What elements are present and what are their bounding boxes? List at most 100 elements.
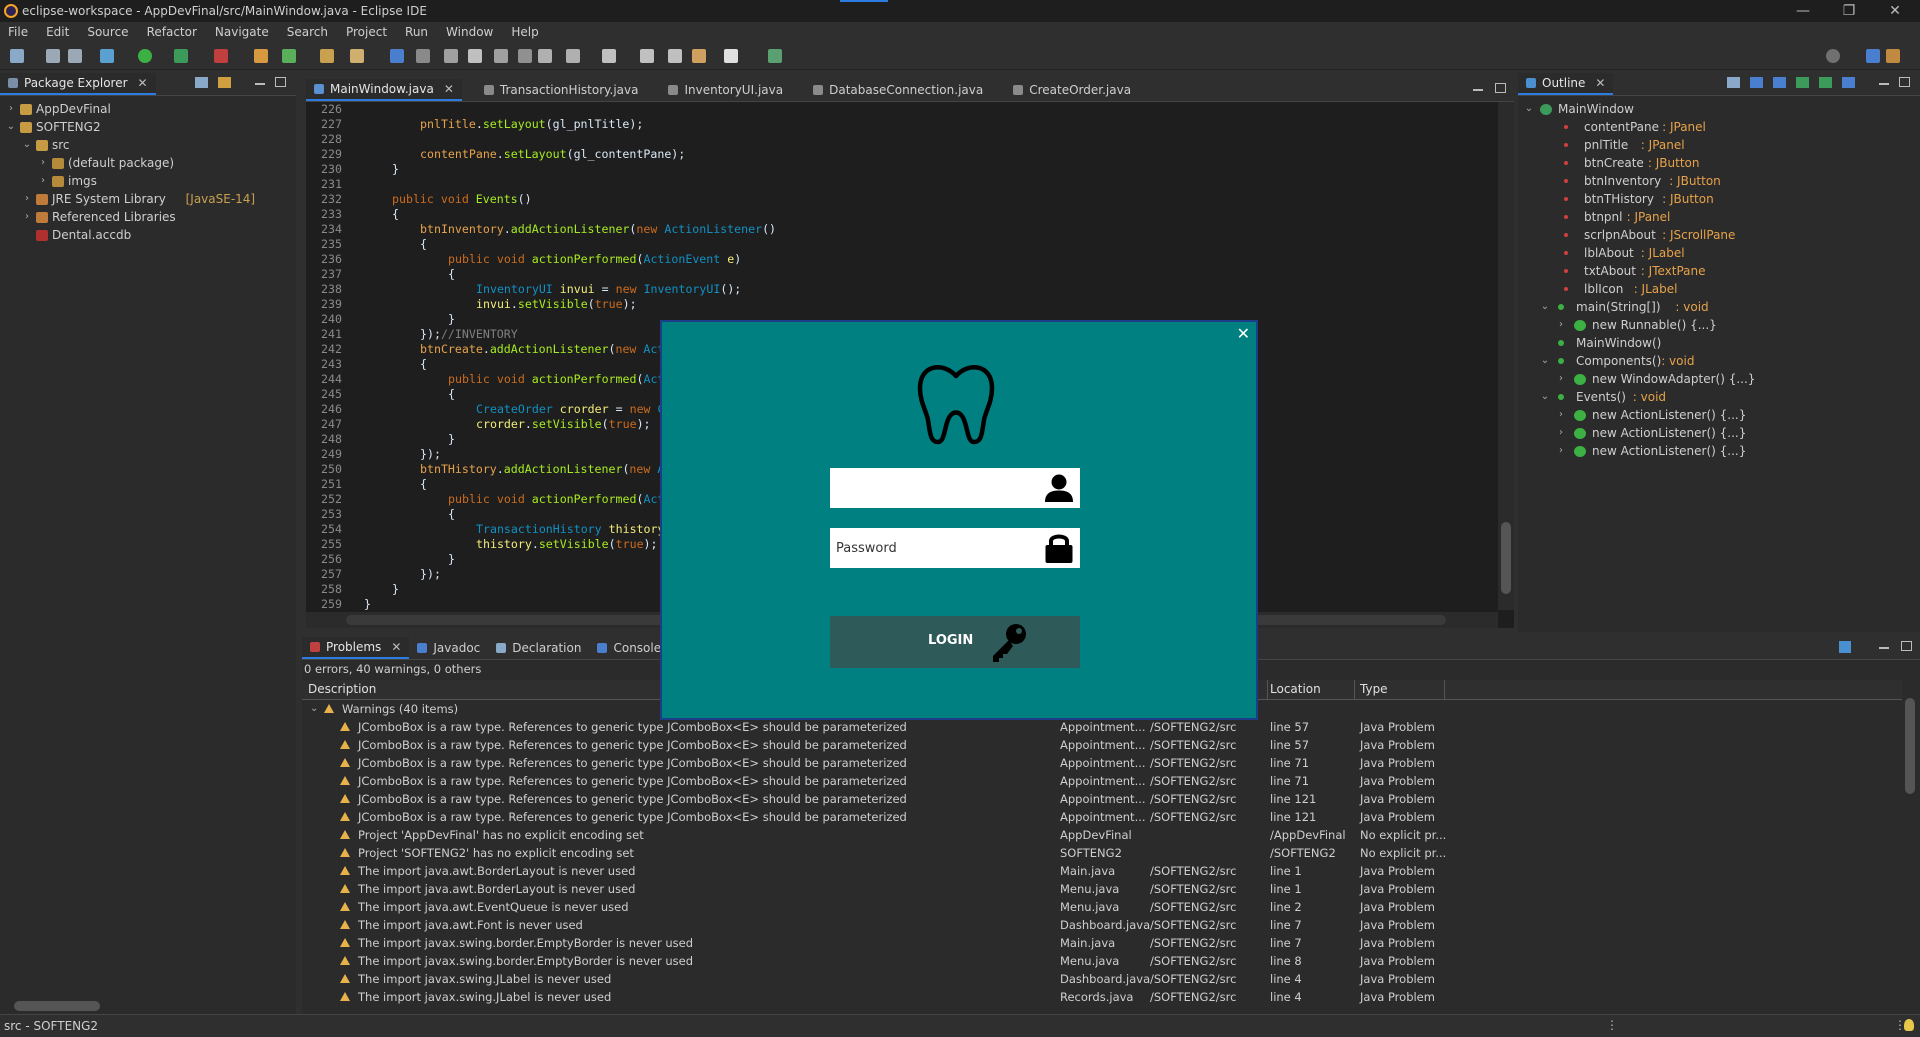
table-row[interactable]: JComboBox is a raw type. References to g… [302, 790, 1902, 808]
code-line[interactable]: 226 [306, 102, 1498, 117]
tab-mainwindow[interactable]: MainWindow.java ✕ [306, 79, 462, 101]
code-line[interactable]: 228 [306, 132, 1498, 147]
code-text[interactable]: { [448, 507, 455, 522]
chevron-right-icon[interactable]: › [1556, 370, 1566, 388]
restore-button[interactable]: ❐ [1826, 0, 1872, 22]
collapse-all-icon[interactable] [1727, 77, 1740, 88]
table-row[interactable]: JComboBox is a raw type. References to g… [302, 736, 1902, 754]
menu-navigate[interactable]: Navigate [215, 25, 269, 39]
minimize-editor-icon[interactable] [1473, 89, 1483, 91]
code-text[interactable]: } [448, 432, 455, 447]
column-separator[interactable] [1444, 680, 1445, 700]
code-text[interactable]: });//INVENTORY [420, 327, 518, 342]
table-row[interactable]: The import java.awt.BorderLayout is neve… [302, 880, 1902, 898]
tab-createorder[interactable]: CreateOrder.java [1005, 79, 1139, 101]
chevron-right-icon[interactable]: › [22, 208, 32, 226]
outline-field[interactable]: txtAbout : JTextPane [1518, 262, 1920, 280]
code-line[interactable]: 238 InventoryUI invui = new InventoryUI()… [306, 282, 1498, 297]
code-text[interactable]: btnCreate.addActionListener(new Actio [420, 342, 678, 357]
table-row[interactable]: Project 'AppDevFinal' has no explicit en… [302, 826, 1902, 844]
code-text[interactable]: } [448, 312, 455, 327]
pilcrow-icon[interactable] [518, 49, 532, 63]
sort-icon[interactable] [1750, 77, 1763, 88]
tab-databaseconnection[interactable]: DatabaseConnection.java [805, 79, 991, 101]
outline-method[interactable]: › new ActionListener() {...} [1518, 406, 1920, 424]
menu-project[interactable]: Project [346, 25, 387, 39]
outline-method[interactable]: › new Runnable() {...} [1518, 316, 1920, 334]
tree-item[interactable]: › (default package) [0, 154, 296, 172]
mark-occurrences-icon[interactable] [416, 49, 430, 63]
open-type-icon[interactable] [320, 49, 334, 63]
dialog-close-button[interactable]: ✕ [1237, 324, 1250, 343]
new-java-project-icon[interactable] [254, 49, 268, 63]
code-text[interactable]: public void actionPerformed(Actio [448, 492, 678, 507]
outline-field[interactable]: btnCreate : JButton [1518, 154, 1920, 172]
close-icon[interactable]: ✕ [444, 82, 454, 96]
chevron-down-icon[interactable]: ⌄ [1540, 298, 1550, 316]
table-row[interactable]: JComboBox is a raw type. References to g… [302, 754, 1902, 772]
menu-refactor[interactable]: Refactor [147, 25, 197, 39]
code-text[interactable]: } [364, 597, 371, 610]
new-icon[interactable] [10, 49, 24, 63]
close-icon[interactable]: ✕ [1595, 76, 1605, 90]
code-text[interactable]: btnTHistory.addActionListener(new Act [420, 462, 678, 477]
maximize-view-icon[interactable] [275, 77, 286, 87]
tree-item[interactable]: ⌄ src [0, 136, 296, 154]
debug-icon[interactable] [100, 49, 114, 63]
menu-help[interactable]: Help [511, 25, 538, 39]
chevron-right-icon[interactable]: › [1556, 442, 1566, 460]
tree-item[interactable]: Dental.accdb [0, 226, 296, 244]
username-input[interactable] [836, 476, 1036, 500]
close-window-button[interactable]: ✕ [1872, 0, 1918, 22]
code-line[interactable]: 239 invui.setVisible(true); [306, 297, 1498, 312]
code-text[interactable]: thistory.setVisible(true); [476, 537, 658, 552]
tab-package-explorer[interactable]: Package Explorer ✕ [0, 73, 156, 95]
outline-method[interactable]: ⌄ Components() : void [1518, 352, 1920, 370]
forward-icon[interactable] [724, 49, 738, 63]
chevron-right-icon[interactable]: › [38, 154, 48, 172]
outline-field[interactable]: lblIcon : JLabel [1518, 280, 1920, 298]
next-annotation-icon[interactable] [538, 49, 552, 63]
column-location[interactable]: Location [1270, 682, 1321, 696]
code-text[interactable]: invui.setVisible(true); [476, 297, 637, 312]
chevron-right-icon[interactable]: › [22, 190, 32, 208]
menu-window[interactable]: Window [446, 25, 493, 39]
java-perspective-icon[interactable] [1886, 49, 1900, 63]
view-menu-icon[interactable] [1865, 77, 1869, 89]
code-text[interactable]: crorder.setVisible(true); [476, 417, 651, 432]
table-row[interactable]: JComboBox is a raw type. References to g… [302, 718, 1902, 736]
code-text[interactable]: contentPane.setLayout(gl_contentPane); [420, 147, 685, 162]
tab-inventoryui[interactable]: InventoryUI.java [660, 79, 791, 101]
outline-method[interactable]: › new ActionListener() {...} [1518, 442, 1920, 460]
code-text[interactable]: { [420, 357, 427, 372]
table-row[interactable]: JComboBox is a raw type. References to g… [302, 772, 1902, 790]
password-input[interactable] [836, 536, 1036, 560]
editor-vertical-scrollbar[interactable] [1498, 102, 1514, 610]
hide-static-icon[interactable] [1796, 77, 1809, 88]
outline-method[interactable]: MainWindow() [1518, 334, 1920, 352]
table-row[interactable]: Project 'SOFTENG2' has no explicit encod… [302, 844, 1902, 862]
outline-method[interactable]: › new WindowAdapter() {...} [1518, 370, 1920, 388]
code-line[interactable]: 229 contentPane.setLayout(gl_contentPane)… [306, 147, 1498, 162]
code-line[interactable]: 234 btnInventory.addActionListener(new Ac… [306, 222, 1498, 237]
chevron-down-icon[interactable]: ⌄ [6, 118, 16, 136]
link-with-editor-icon[interactable] [218, 77, 231, 88]
code-text[interactable]: public void Events() [392, 192, 532, 207]
filter-icon[interactable] [1839, 641, 1851, 653]
chevron-right-icon[interactable]: › [38, 172, 48, 190]
horizontal-scrollbar[interactable] [0, 998, 296, 1014]
run-icon[interactable] [138, 49, 152, 63]
code-line[interactable]: 231 [306, 177, 1498, 192]
scrollbar-thumb[interactable] [14, 1001, 100, 1011]
table-row[interactable]: The import javax.swing.border.EmptyBorde… [302, 934, 1902, 952]
code-line[interactable]: 230} [306, 162, 1498, 177]
tab-console[interactable]: Console [589, 637, 669, 659]
chevron-right-icon[interactable]: › [1556, 406, 1566, 424]
table-row[interactable]: The import javax.swing.border.EmptyBorde… [302, 952, 1902, 970]
code-line[interactable]: 233 { [306, 207, 1498, 222]
column-type[interactable]: Type [1360, 682, 1388, 696]
minimize-view-icon[interactable] [1879, 83, 1889, 85]
column-description[interactable]: Description [308, 682, 376, 696]
code-line[interactable]: 236 public void actionPerformed(ActionEve… [306, 252, 1498, 267]
code-text[interactable]: InventoryUI invui = new InventoryUI(); [476, 282, 741, 297]
